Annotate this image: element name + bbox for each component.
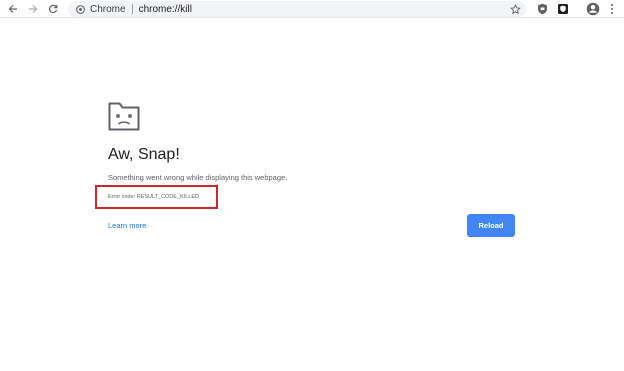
page-heading: Aw, Snap! bbox=[108, 146, 180, 163]
reload-button[interactable]: Reload bbox=[467, 214, 515, 237]
bookmark-star-icon[interactable] bbox=[509, 3, 521, 15]
address-bar[interactable]: Chrome chrome://kill bbox=[68, 1, 526, 17]
chrome-site-icon bbox=[75, 4, 85, 14]
url-text[interactable]: chrome://kill bbox=[139, 4, 192, 15]
browser-toolbar: Chrome chrome://kill bbox=[0, 0, 624, 18]
profile-avatar-icon[interactable] bbox=[585, 1, 601, 17]
omnibox-divider bbox=[131, 4, 133, 14]
error-code-text: Error code: RESULT_CODE_KILLED bbox=[108, 194, 199, 200]
back-arrow-icon[interactable] bbox=[6, 2, 20, 16]
learn-more-link[interactable]: Learn more bbox=[108, 221, 146, 230]
error-message: Something went wrong while displaying th… bbox=[108, 173, 288, 182]
site-chip: Chrome bbox=[90, 3, 126, 15]
kebab-menu-icon[interactable] bbox=[607, 2, 617, 16]
shield-extension-icon[interactable] bbox=[535, 2, 549, 16]
reload-icon[interactable] bbox=[46, 2, 60, 16]
extension-icon[interactable] bbox=[556, 2, 570, 16]
sad-tab-icon bbox=[108, 101, 140, 131]
forward-arrow-icon[interactable] bbox=[26, 2, 40, 16]
